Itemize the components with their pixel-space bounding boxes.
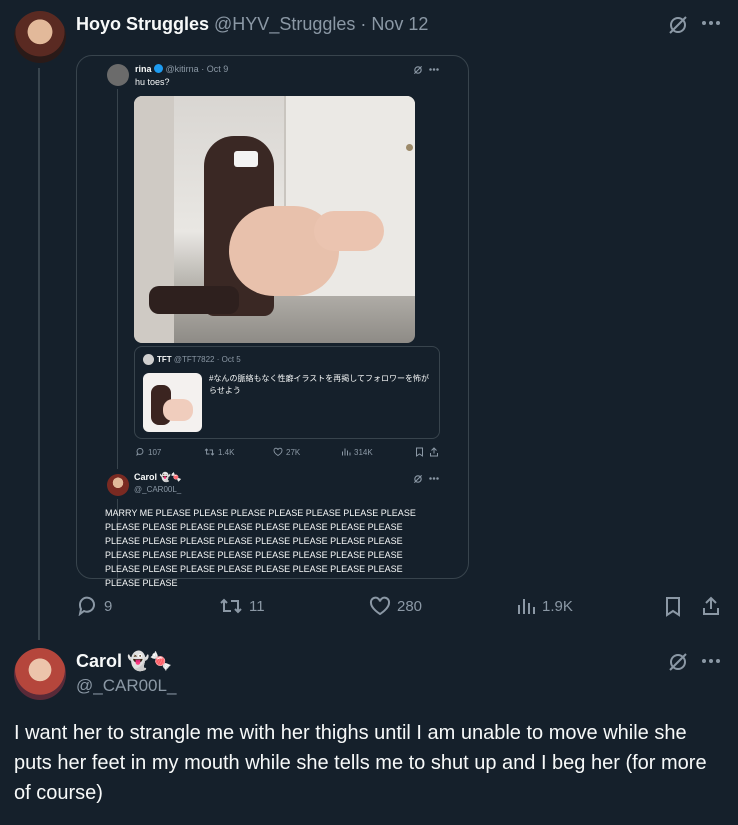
nested-header: TFT @TFT7822 · Oct 5 (157, 355, 241, 364)
share-icon (429, 447, 439, 457)
post-date: Oct 5 (221, 355, 241, 364)
avatar[interactable] (14, 11, 66, 63)
display-name[interactable]: Carol (76, 651, 122, 671)
post-header: Hoyo Struggles @HYV_Struggles · Nov 12 (76, 14, 428, 35)
nested-thumbnail (143, 373, 202, 432)
grok-icon (413, 65, 423, 75)
repost-count: 11 (249, 597, 265, 615)
like-count: 280 (397, 597, 423, 615)
thread-line (38, 68, 40, 640)
separator: · (201, 64, 205, 74)
quoted-reply-header: Carol 👻🍬 (134, 472, 182, 483)
handle[interactable]: @_CAR00L_ (76, 676, 176, 696)
nested-quote: TFT @TFT7822 · Oct 5 #なんの脈絡もなく性癖イラストを再掲し… (134, 346, 440, 439)
thread-line (117, 89, 118, 469)
verified-icon (154, 64, 164, 73)
bookmark-icon (415, 447, 424, 457)
display-name[interactable]: Hoyo Struggles (76, 14, 209, 34)
name-emoji: 👻🍬 (159, 472, 182, 482)
handle: @TFT7822 (173, 355, 215, 364)
avatar[interactable] (14, 648, 66, 700)
handle: @kitirna (165, 64, 199, 74)
repost-button[interactable]: 11 (219, 596, 265, 616)
nested-text: #なんの脈絡もなく性癖イラストを再掲してフォロワーを怖がらせよう (209, 374, 430, 395)
reply-button[interactable]: 9 (76, 596, 112, 616)
separator: · (360, 14, 367, 34)
display-name: Carol (134, 472, 158, 482)
handle[interactable]: @HYV_Struggles (214, 14, 355, 34)
avatar (143, 354, 154, 365)
more-options-icon (429, 477, 439, 480)
post-date[interactable]: Nov 12 (371, 14, 428, 34)
avatar (107, 474, 129, 496)
separator: · (216, 355, 220, 364)
more-options-icon[interactable] (701, 658, 721, 664)
view-count: 314K (341, 447, 373, 457)
quoted-reply-text: MARRY ME PLEASE PLEASE PLEASE PLEASE PLE… (105, 508, 416, 588)
repost-count: 1.4K (204, 447, 234, 457)
views-button[interactable]: 1.9K (516, 596, 573, 616)
display-name: rina (135, 64, 152, 74)
grok-icon[interactable] (667, 651, 689, 673)
media-photo (134, 96, 415, 343)
more-options-icon (429, 68, 439, 71)
like-count: 27K (273, 447, 300, 457)
grok-icon (413, 474, 423, 484)
avatar (107, 64, 129, 86)
view-count: 1.9K (542, 597, 573, 615)
grok-icon[interactable] (667, 14, 689, 36)
bookmark-icon[interactable] (664, 596, 682, 617)
reply-count: 9 (104, 597, 113, 615)
reply-header: Carol 👻🍬 (76, 651, 172, 672)
like-button[interactable]: 280 (369, 596, 422, 616)
more-options-icon[interactable] (701, 20, 721, 26)
quoted-header: rina @kitirna · Oct 9 (135, 64, 228, 74)
quoted-screenshot[interactable]: rina @kitirna · Oct 9 hu toes? TFT @TFT7… (76, 55, 469, 588)
share-icon[interactable] (701, 596, 721, 616)
name-emoji: 👻🍬 (127, 651, 172, 671)
reply-count: 107 (135, 447, 161, 457)
post-date: Oct 9 (206, 64, 229, 74)
reply-text: I want her to strangle me with her thigh… (14, 722, 707, 804)
quoted-text: hu toes? (135, 77, 170, 87)
display-name: TFT (157, 355, 172, 364)
handle: @_CAR00L_ (134, 485, 182, 494)
